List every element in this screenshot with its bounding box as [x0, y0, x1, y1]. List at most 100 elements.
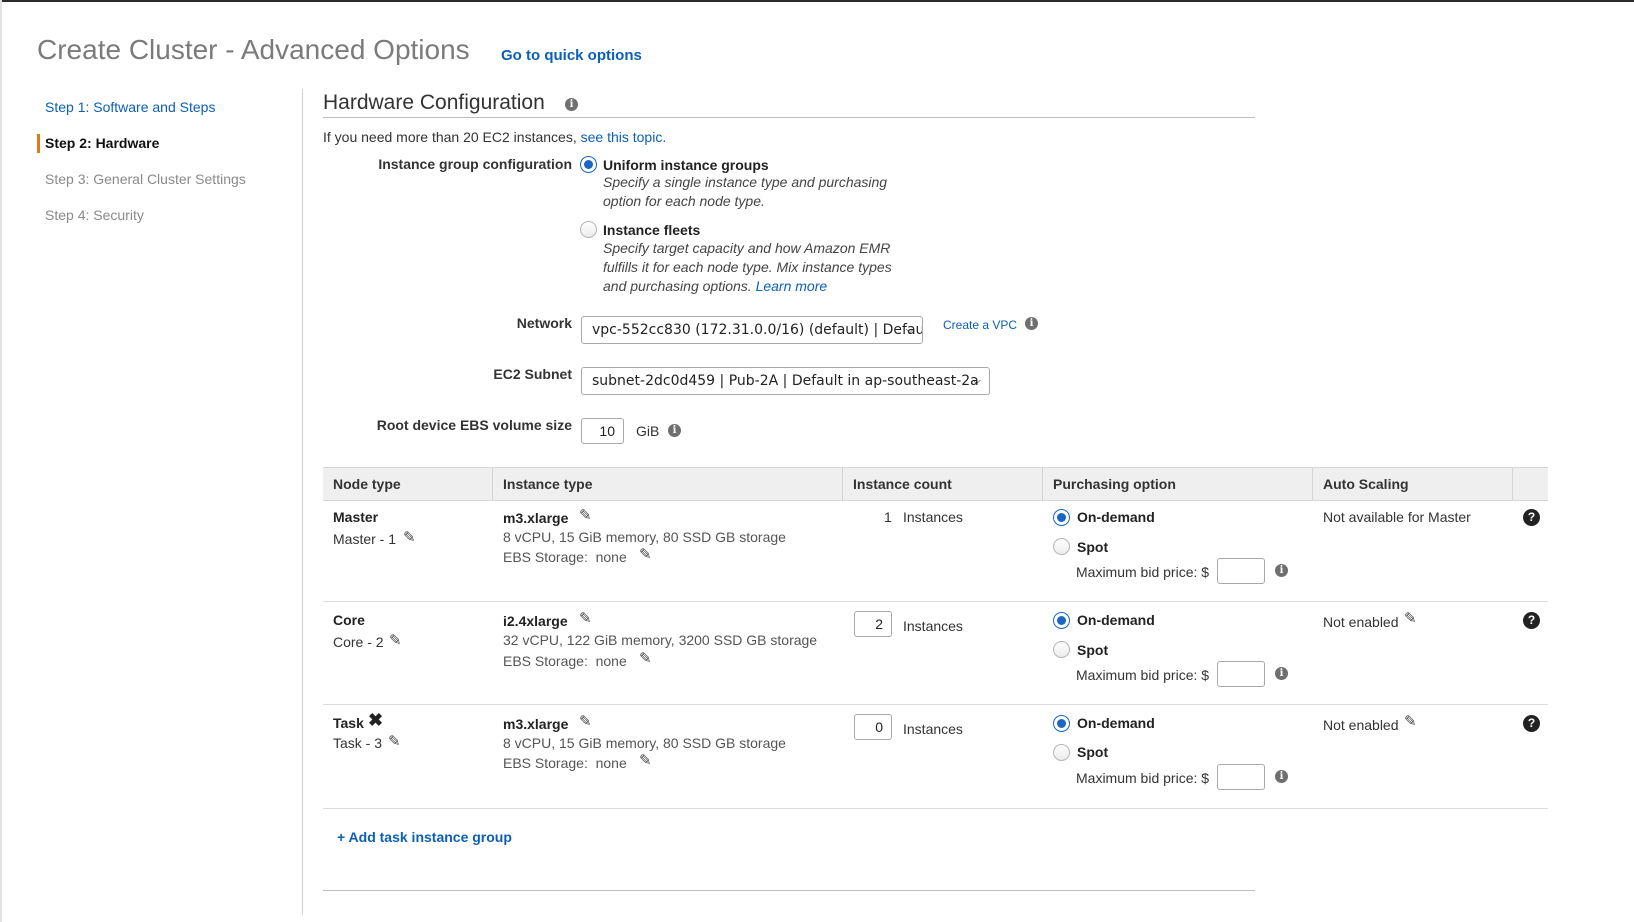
row-divider — [323, 808, 1548, 809]
sidebar-step-hardware: Step 2: Hardware — [45, 135, 160, 151]
node-type-master: Master — [333, 509, 379, 525]
instance-fleets-radio[interactable] — [580, 221, 597, 238]
spot-label: Spot — [1077, 642, 1109, 658]
left-border — [0, 0, 2, 922]
ebs-label: EBS Storage: — [503, 755, 588, 771]
instance-group-config-label: Instance group configuration — [378, 156, 572, 172]
max-bid-input[interactable] — [1217, 764, 1265, 790]
instance-specs-core: 32 vCPU, 122 GiB memory, 3200 SSD GB sto… — [503, 632, 818, 648]
see-this-topic-link[interactable]: see this topic. — [581, 129, 667, 145]
question-circle-icon[interactable]: ? — [1523, 715, 1540, 732]
on-demand-label: On-demand — [1077, 612, 1155, 628]
instances-label: Instances — [903, 509, 963, 525]
root-volume-label: Root device EBS volume size — [376, 417, 572, 433]
pencil-icon[interactable]: ✎ — [1404, 609, 1417, 627]
learn-more-link[interactable]: Learn more — [756, 278, 828, 294]
instance-fleets-title[interactable]: Instance fleets — [603, 222, 700, 238]
root-volume-unit: GiB — [636, 423, 660, 439]
x-icon[interactable]: ✖ — [368, 710, 383, 731]
on-demand-radio[interactable] — [1053, 715, 1070, 732]
instances-label: Instances — [903, 618, 963, 634]
question-circle-icon[interactable]: ? — [1523, 509, 1540, 526]
instances-label: Instances — [903, 721, 963, 737]
ebs-storage-core: EBS Storage: none — [503, 653, 627, 669]
network-label: Network — [516, 315, 572, 331]
uniform-groups-radio[interactable] — [580, 156, 597, 173]
subnet-select[interactable]: subnet-2dc0d459 | Pub-2A | Default in ap… — [581, 367, 990, 395]
ebs-storage-master: EBS Storage: none — [503, 549, 627, 565]
question-circle-icon[interactable]: ? — [1523, 612, 1540, 629]
info-icon[interactable]: i — [1275, 667, 1288, 680]
add-task-instance-group-link[interactable]: + Add task instance group — [337, 829, 512, 845]
on-demand-radio[interactable] — [1053, 612, 1070, 629]
row-divider — [323, 704, 1548, 705]
on-demand-label: On-demand — [1077, 715, 1155, 731]
on-demand-radio[interactable] — [1053, 509, 1070, 526]
node-type-task: Task — [333, 715, 364, 731]
info-icon[interactable]: i — [668, 424, 681, 437]
header-purchasing-option: Purchasing option — [1053, 476, 1176, 492]
instance-fleets-desc-text: Specify target capacity and how Amazon E… — [603, 240, 892, 294]
sidebar-step-software[interactable]: Step 1: Software and Steps — [45, 99, 215, 115]
node-name-core: Core - 2 — [333, 634, 384, 650]
pencil-icon[interactable]: ✎ — [639, 649, 652, 667]
auto-scaling-master: Not available for Master — [1323, 509, 1471, 525]
instance-specs-master: 8 vCPU, 15 GiB memory, 80 SSD GB storage — [503, 529, 786, 545]
chevron-down-icon: ⌵ — [905, 323, 914, 336]
pencil-icon[interactable]: ✎ — [579, 609, 592, 627]
pencil-icon[interactable]: ✎ — [639, 545, 652, 563]
root-volume-input[interactable]: 10 — [581, 418, 624, 444]
pencil-icon[interactable]: ✎ — [389, 631, 402, 649]
spot-radio[interactable] — [1053, 744, 1070, 761]
row-divider — [323, 601, 1548, 602]
instance-count-core-input[interactable]: 2 — [854, 611, 892, 637]
sidebar-step-general-settings: Step 3: General Cluster Settings — [45, 171, 246, 187]
info-icon[interactable]: i — [565, 98, 578, 111]
spot-radio[interactable] — [1053, 538, 1070, 555]
on-demand-label: On-demand — [1077, 509, 1155, 525]
instance-type-core: i2.4xlarge — [503, 613, 568, 629]
info-icon[interactable]: i — [1275, 770, 1288, 783]
pencil-icon[interactable]: ✎ — [639, 751, 652, 769]
pencil-icon[interactable]: ✎ — [403, 528, 416, 546]
instance-count-task-input[interactable]: 0 — [854, 714, 892, 740]
quick-options-link[interactable]: Go to quick options — [501, 47, 642, 64]
header-divider — [1512, 468, 1513, 500]
ebs-storage-task: EBS Storage: none — [503, 755, 627, 771]
instance-count-master: 1 — [884, 509, 892, 525]
instance-type-master: m3.xlarge — [503, 510, 569, 526]
intro-text: If you need more than 20 EC2 instances, … — [323, 129, 666, 145]
section-bottom-divider — [323, 890, 1255, 891]
intro-text-label: If you need more than 20 EC2 instances, — [323, 129, 581, 145]
pencil-icon[interactable]: ✎ — [388, 732, 401, 750]
max-bid-label: Maximum bid price: $ — [1076, 770, 1210, 786]
info-icon[interactable]: i — [1025, 317, 1038, 330]
header-instance-type: Instance type — [503, 476, 593, 492]
subnet-label: EC2 Subnet — [493, 366, 572, 382]
header-node-type: Node type — [333, 476, 401, 492]
page-title: Create Cluster - Advanced Options — [37, 34, 470, 65]
sidebar-step-security: Step 4: Security — [45, 207, 144, 223]
instance-fleets-desc: Specify target capacity and how Amazon E… — [603, 239, 903, 296]
max-bid-input[interactable] — [1217, 558, 1265, 584]
pencil-icon[interactable]: ✎ — [1404, 712, 1417, 730]
info-icon[interactable]: i — [1275, 564, 1288, 577]
uniform-groups-title[interactable]: Uniform instance groups — [603, 157, 769, 173]
instance-type-task: m3.xlarge — [503, 716, 569, 732]
node-name-master: Master - 1 — [333, 531, 397, 547]
uniform-groups-desc: Specify a single instance type and purch… — [603, 174, 888, 209]
auto-scaling-core: Not enabled — [1323, 614, 1399, 630]
pencil-icon[interactable]: ✎ — [579, 506, 592, 524]
ebs-value: none — [595, 653, 627, 669]
ebs-label: EBS Storage: — [503, 549, 588, 565]
network-select[interactable]: vpc-552cc830 (172.31.0.0/16) (default) |… — [581, 316, 923, 344]
section-divider — [323, 117, 1255, 118]
auto-scaling-task: Not enabled — [1323, 717, 1399, 733]
pencil-icon[interactable]: ✎ — [579, 712, 592, 730]
spot-label: Spot — [1077, 744, 1109, 760]
current-step-marker — [37, 134, 40, 153]
create-vpc-link[interactable]: Create a VPC — [943, 318, 1017, 332]
spot-radio[interactable] — [1053, 641, 1070, 658]
ebs-label: EBS Storage: — [503, 653, 588, 669]
max-bid-input[interactable] — [1217, 661, 1265, 687]
